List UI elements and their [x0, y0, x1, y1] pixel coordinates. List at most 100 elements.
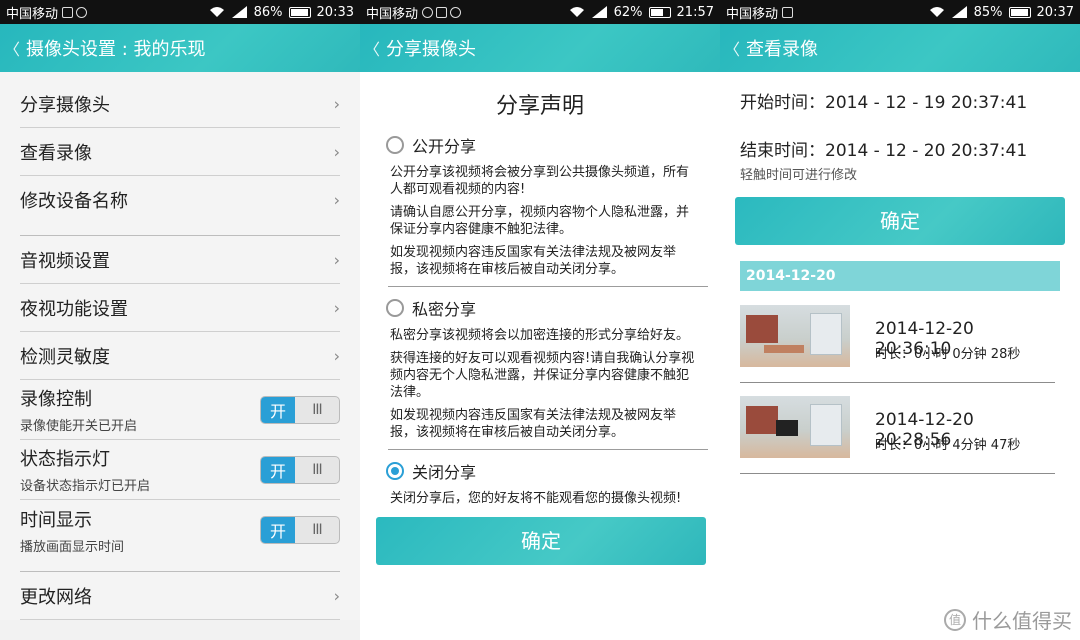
radio-public[interactable] [386, 136, 404, 154]
clock: 21:57 [676, 4, 714, 20]
start-time-label: 开始时间： [740, 93, 825, 113]
menu-rename-device[interactable]: 修改设备名称 › [20, 176, 340, 224]
toggle-on-label: 开 [261, 456, 295, 483]
menu-sensitivity[interactable]: 检测灵敏度 › [20, 332, 340, 380]
settings-screen: 中国移动 86% 20:33 〈 摄像头设置 : 我的乐现 分享摄像头 › 查看录… [0, 0, 360, 640]
watermark-text: 什么值得买 [972, 609, 1072, 633]
toggle-row-indicator: 状态指示灯 设备状态指示灯已开启 开 III [20, 440, 340, 500]
toggle-grip: III [312, 401, 322, 418]
battery-icon [288, 6, 311, 18]
chevron-left-icon[interactable]: 〈 [4, 36, 20, 60]
time-range: 开始时间：2014 - 12 - 19 20:37:41 结束时间：2014 -… [720, 88, 1080, 161]
wifi-icon [569, 7, 584, 17]
battery-percent: 85% [973, 4, 1003, 20]
toggle-on-label: 开 [261, 517, 295, 543]
status-bar: 中国移动 86% 20:33 [0, 0, 360, 24]
option-label: 公开分享 [412, 137, 477, 156]
toggle-label: 录像控制 [20, 389, 92, 410]
recording-thumbnail[interactable] [740, 305, 850, 367]
start-time-row[interactable]: 开始时间：2014 - 12 - 19 20:37:41 [740, 88, 1080, 113]
option-text: 关闭分享后，您的好友将不能观看您的摄像头视频! [390, 491, 682, 506]
app-bar: 〈 查看录像 [720, 24, 1080, 72]
menu-av-settings[interactable]: 音视频设置 › [20, 236, 340, 284]
menu-label: 分享摄像头 [20, 94, 110, 116]
chevron-right-icon: › [333, 346, 340, 365]
search-icon [422, 6, 434, 18]
chevron-right-icon: › [333, 94, 340, 113]
clock: 20:33 [316, 4, 354, 20]
toggle-row-recording: 录像控制 录像使能开关已开启 开 III [20, 380, 340, 440]
recording-duration: 时长：0小时 0分钟 28秒 [875, 347, 1021, 362]
watermark-logo-icon: 值 [944, 608, 966, 631]
menu-view-recordings[interactable]: 查看录像 › [20, 128, 340, 176]
chevron-right-icon: › [333, 142, 340, 161]
option-text: 私密分享该视频将会以加密连接的形式分享给好友。 [390, 328, 690, 343]
chevron-left-icon[interactable]: 〈 [364, 36, 380, 60]
toggle-label: 状态指示灯 [20, 449, 110, 470]
toggle-sub: 播放画面显示时间 [20, 539, 125, 555]
option-text: 公开分享该视频将会被分享到公共摄像头频道，所有人都可观看视频的内容! [390, 165, 690, 197]
chevron-left-icon[interactable]: 〈 [724, 36, 740, 60]
end-time-row[interactable]: 结束时间：2014 - 12 - 20 20:37:41 [740, 136, 1080, 161]
battery-icon [648, 6, 671, 18]
chevron-right-icon: › [333, 298, 340, 317]
page-title: 摄像头设置 : 我的乐现 [26, 39, 206, 60]
radio-private[interactable] [386, 299, 404, 317]
carrier-label: 中国移动 [726, 6, 779, 22]
option-text: 如发现视频内容违反国家有关法律法规及被网友举报，该视频将在审核后被自动关闭分享。 [390, 408, 677, 440]
menu-label: 夜视功能设置 [20, 298, 128, 320]
divider [388, 286, 708, 287]
toggle-sub: 设备状态指示灯已开启 [20, 479, 151, 494]
option-text: 如发现视频内容违反国家有关法律法规及被网友举报，该视频将在审核后被自动关闭分享。 [390, 245, 677, 277]
chevron-right-icon: › [333, 586, 340, 605]
page-title: 查看录像 [746, 39, 819, 60]
chevron-right-icon: › [333, 250, 340, 269]
share-heading: 分享声明 [495, 94, 584, 119]
menu-night-vision[interactable]: 夜视功能设置 › [20, 284, 340, 332]
watermark: 值 什么值得买 [944, 605, 1072, 634]
confirm-button[interactable]: 确定 [735, 197, 1065, 245]
menu-share-camera[interactable]: 分享摄像头 › [20, 80, 340, 128]
divider [388, 449, 708, 450]
option-label: 私密分享 [412, 300, 477, 319]
battery-percent: 86% [253, 4, 283, 20]
signal-icon [231, 6, 247, 18]
gallery-icon [782, 6, 794, 18]
recording-item[interactable]: 2014-12-20 20:36:10 时长：0小时 0分钟 28秒 [740, 305, 1055, 383]
carrier-label: 中国移动 [6, 6, 59, 22]
wifi-icon [209, 7, 224, 17]
option-public-share[interactable]: 公开分享 [386, 132, 720, 158]
start-time-value[interactable]: 2014 - 12 - 19 20:37:41 [825, 93, 1027, 113]
menu-label: 查看录像 [20, 142, 92, 164]
signal-icon [591, 6, 607, 18]
gallery-icon [62, 6, 74, 18]
time-display-toggle[interactable]: 开 III [260, 516, 340, 544]
toggle-sub: 录像使能开关已开启 [20, 419, 138, 434]
menu-label: 修改设备名称 [20, 191, 128, 212]
option-close-share[interactable]: 关闭分享 [386, 458, 720, 484]
app-bar: 〈 分享摄像头 [360, 24, 720, 72]
status-bar: 中国移动 85% 20:37 [720, 0, 1080, 24]
clock: 20:37 [1036, 4, 1074, 20]
signal-icon [951, 6, 967, 18]
recording-item[interactable]: 2014-12-20 20:28:56 时长：0小时 4分钟 47秒 [740, 396, 1055, 474]
end-time-value[interactable]: 2014 - 12 - 20 20:37:41 [825, 141, 1027, 161]
indicator-toggle[interactable]: 开 III [260, 455, 340, 484]
recording-toggle[interactable]: 开 III [260, 395, 340, 424]
wifi-icon [929, 7, 944, 17]
toggle-grip: III [312, 461, 322, 478]
option-text: 获得连接的好友可以观看视频内容!请自我确认分享视频内容无个人隐私泄露，并保证分享… [390, 351, 695, 400]
recording-thumbnail[interactable] [740, 396, 850, 458]
date-header: 2014-12-20 [740, 261, 1060, 291]
option-private-share[interactable]: 私密分享 [386, 295, 720, 321]
battery-percent: 62% [613, 4, 643, 20]
settings-list: 分享摄像头 › 查看录像 › 修改设备名称 › 音视频设置 › 夜视功能设置 › 检测灵敏… [0, 72, 360, 620]
confirm-button[interactable]: 确定 [376, 517, 706, 565]
page-title: 分享摄像头 [386, 39, 477, 60]
option-text: 请确认自愿公开分享，视频内容物个人隐私泄露，并保证分享内容健康不触犯法律。 [390, 205, 690, 237]
recording-duration: 时长：0小时 4分钟 47秒 [875, 438, 1021, 453]
toggle-on-label: 开 [261, 396, 295, 423]
toggle-row-time: 时间显示 播放画面显示时间 开 III [20, 500, 340, 560]
menu-change-network[interactable]: 更改网络 › [20, 572, 340, 620]
radio-close[interactable] [386, 462, 404, 480]
